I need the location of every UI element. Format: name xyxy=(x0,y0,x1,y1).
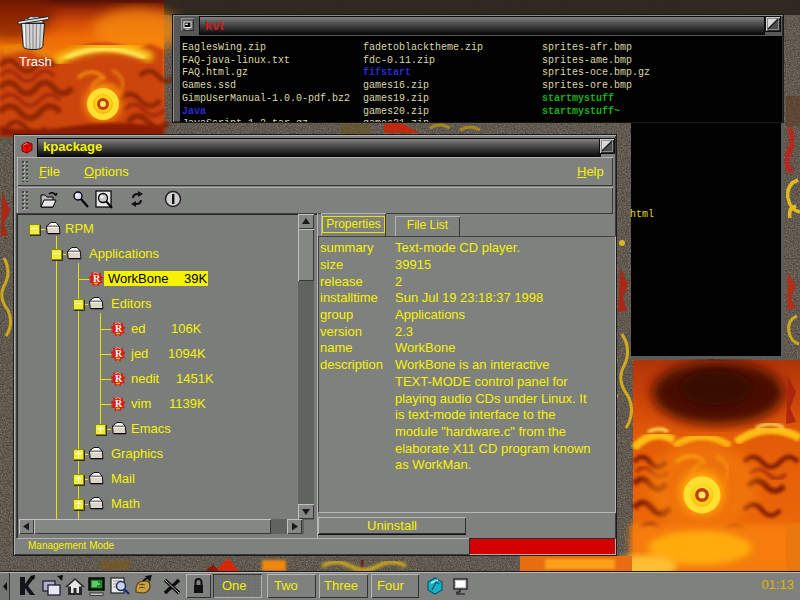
svg-text:R: R xyxy=(115,323,123,334)
svg-text:R: R xyxy=(115,398,123,409)
svg-text:R: R xyxy=(93,273,101,284)
svg-text:R: R xyxy=(115,348,123,359)
svg-text:R: R xyxy=(115,373,123,384)
